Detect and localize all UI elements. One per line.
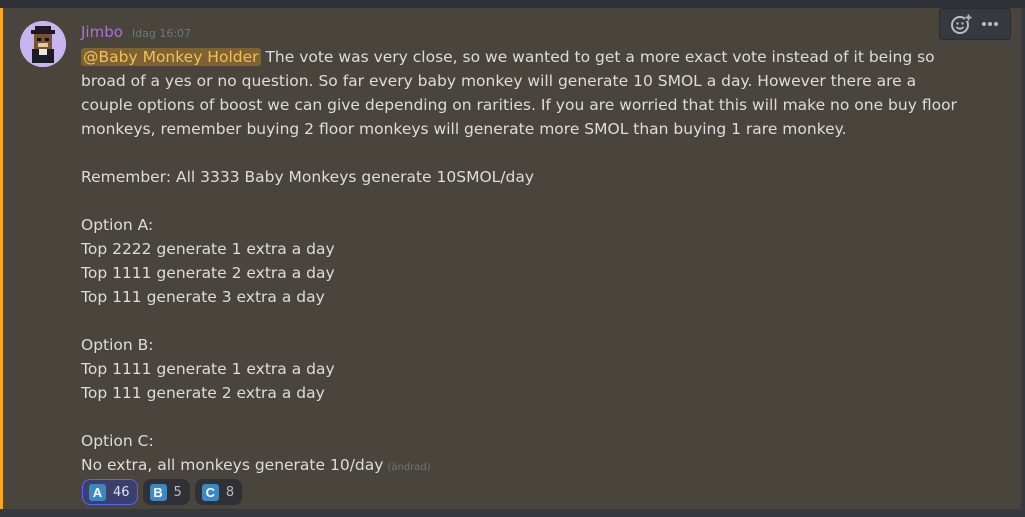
reactions-bar: A 46 B 5 C 8 [82, 479, 243, 505]
username[interactable]: Jimbo [81, 23, 123, 41]
regional-indicator-b-icon: B [149, 483, 167, 501]
role-mention[interactable]: @Baby Monkey Holder [81, 48, 261, 66]
chat-message[interactable]: Jimbo Idag 16:07 @Baby Monkey Holder The… [0, 8, 1021, 509]
add-reaction-button[interactable] [949, 12, 973, 36]
option-b-line: Top 111 generate 2 extra a day [81, 384, 325, 402]
reaction-count: 8 [225, 484, 235, 500]
option-c-line: No extra, all monkeys generate 10/day [81, 456, 384, 474]
add-reaction-icon [950, 14, 972, 34]
monkey-avatar-icon [20, 21, 66, 67]
option-a-line: Top 1111 generate 2 extra a day [81, 264, 335, 282]
more-options-button[interactable] [978, 12, 1002, 36]
reaction-count: 46 [113, 484, 130, 500]
option-a-title: Option A: [81, 216, 154, 234]
avatar[interactable] [20, 21, 66, 67]
top-divider [0, 0, 1025, 8]
regional-indicator-a-icon: A [89, 483, 106, 501]
more-options-icon [981, 22, 998, 26]
message-content: @Baby Monkey Holder The vote was very cl… [81, 45, 966, 480]
message-toolbar [939, 8, 1011, 40]
reaction-count: 5 [173, 484, 182, 500]
timestamp[interactable]: Idag 16:07 [132, 27, 191, 40]
option-b-title: Option B: [81, 336, 154, 354]
option-c-row: No extra, all monkeys generate 10/day (än… [81, 453, 966, 480]
option-a-line: Top 2222 generate 1 extra a day [81, 240, 335, 258]
message-header: Jimbo Idag 16:07 [81, 23, 191, 43]
paragraph-intro: @Baby Monkey Holder The vote was very cl… [81, 45, 966, 141]
reaction-b[interactable]: B 5 [142, 479, 190, 505]
option-a-line: Top 111 generate 3 extra a day [81, 288, 325, 306]
reminder-line: Remember: All 3333 Baby Monkeys generate… [81, 168, 535, 186]
option-b-line: Top 1111 generate 1 extra a day [81, 360, 335, 378]
edited-indicator: (ändrad) [387, 462, 431, 473]
regional-indicator-c-icon: C [201, 483, 219, 501]
option-c-title: Option C: [81, 432, 154, 450]
reaction-c[interactable]: C 8 [194, 479, 243, 505]
chat-view: Jimbo Idag 16:07 @Baby Monkey Holder The… [0, 0, 1025, 517]
reaction-a[interactable]: A 46 [82, 479, 138, 505]
